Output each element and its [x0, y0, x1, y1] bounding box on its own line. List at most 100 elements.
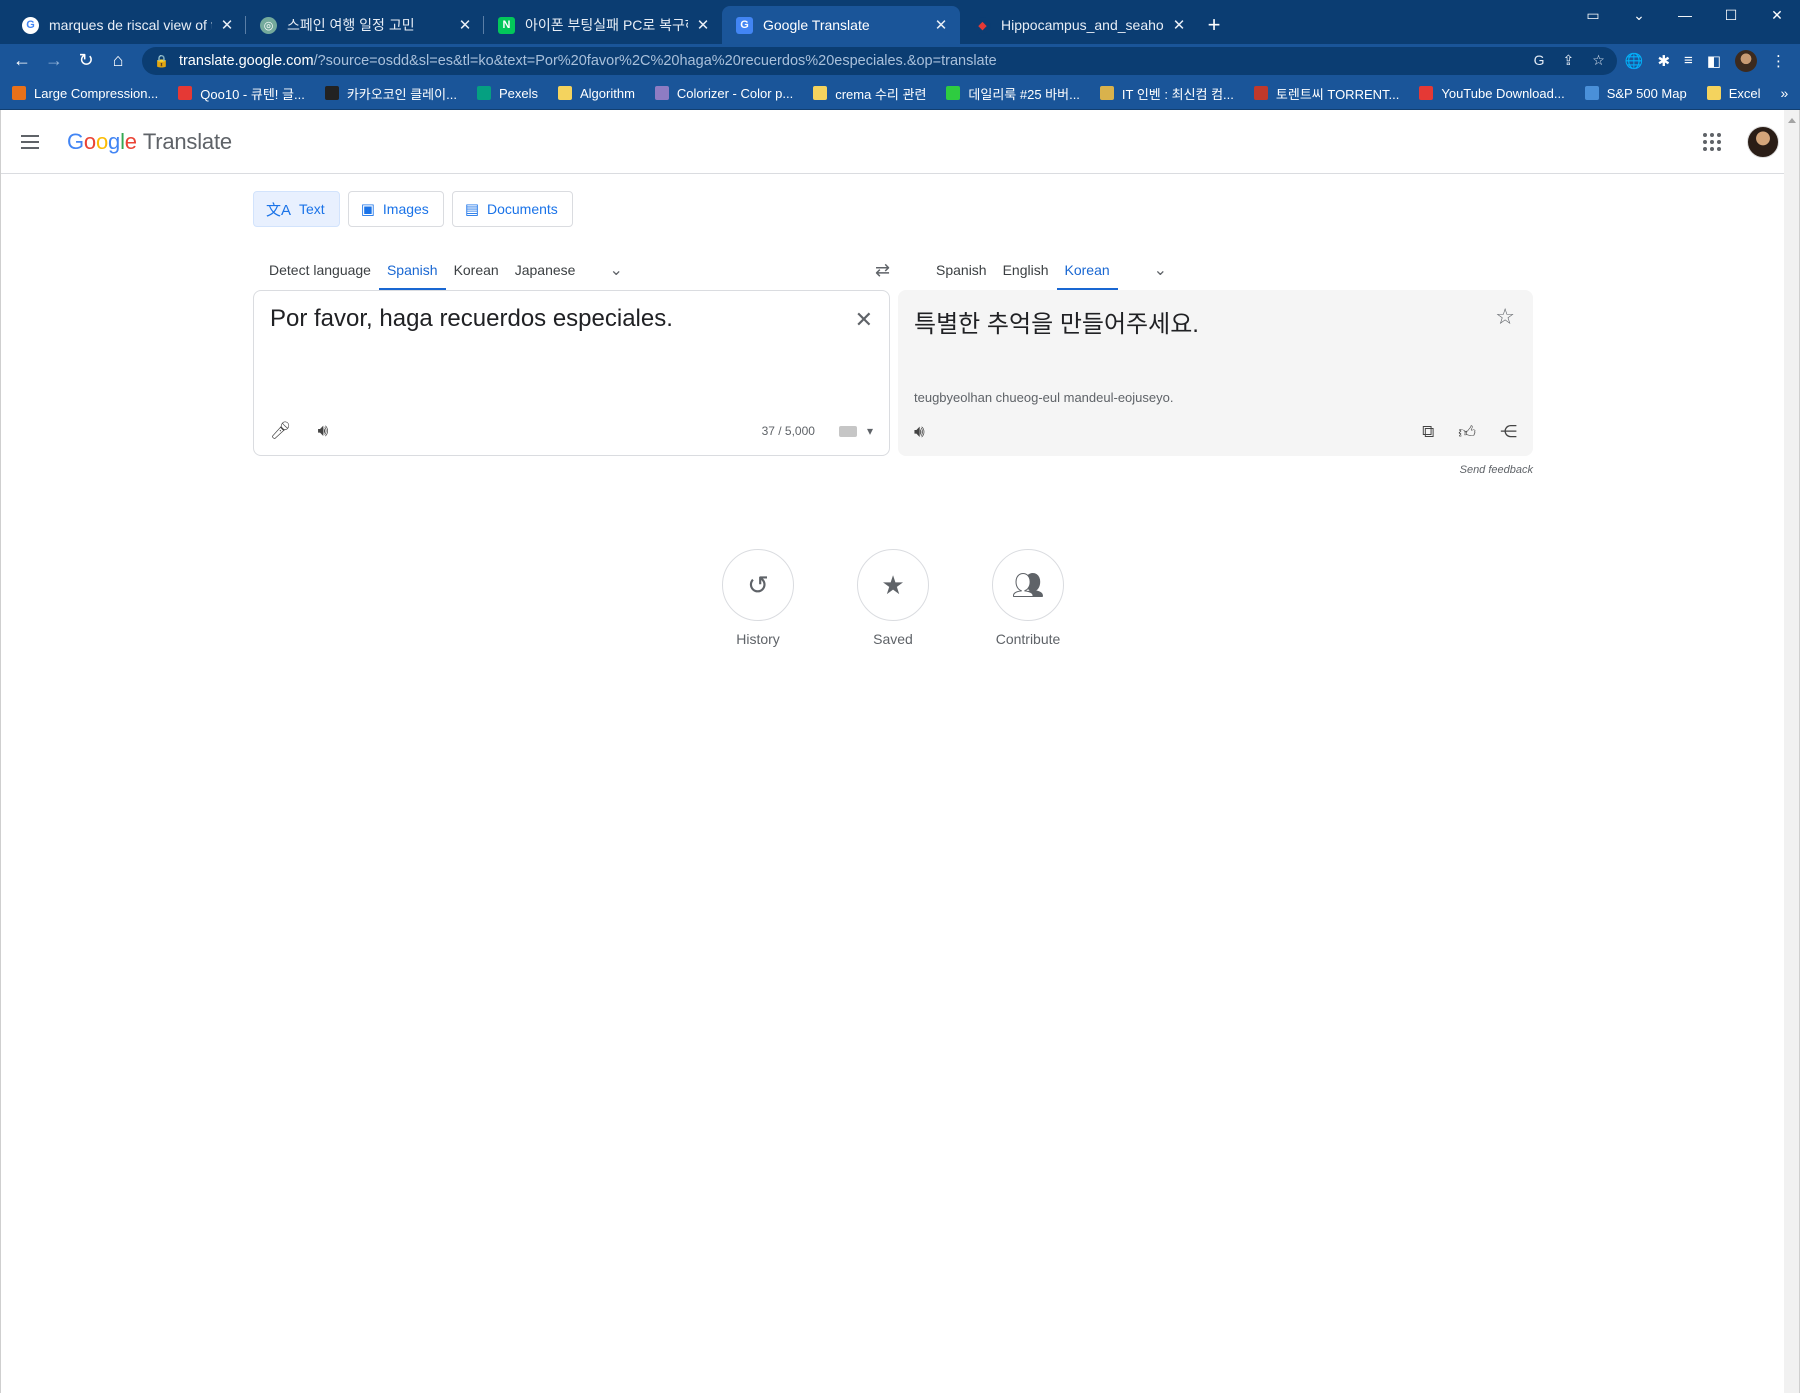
speaker-icon[interactable]: 🔊︎ — [318, 421, 329, 441]
source-lang-more-icon[interactable]: ⌄ — [601, 250, 630, 290]
swap-languages-icon[interactable]: ⇄ — [875, 250, 890, 290]
rate-translation-icon[interactable]: 👍︎ — [1458, 422, 1476, 443]
source-text[interactable]: Por favor, haga recuerdos especiales. — [270, 305, 673, 333]
google-apps-icon[interactable] — [1703, 132, 1721, 151]
browser-tab[interactable]: G marques de riscal view of the to ✕ — [8, 6, 246, 44]
source-lang-japanese[interactable]: Japanese — [507, 250, 584, 290]
minimize-button[interactable]: — — [1662, 0, 1708, 30]
bookmark-item[interactable]: IT 인벤 : 최신컴 컴... — [1099, 84, 1234, 103]
source-lang-spanish[interactable]: Spanish — [378, 250, 446, 290]
clear-source-icon[interactable]: ✕ — [855, 307, 873, 333]
browser-tab-active[interactable]: G Google Translate ✕ — [722, 6, 960, 44]
bookmark-item[interactable]: S&P 500 Map — [1584, 85, 1687, 101]
browser-tab[interactable]: ◎ 스페인 여행 일정 고민 ✕ — [246, 6, 484, 44]
tab-search-icon[interactable]: ▭ — [1570, 0, 1616, 30]
reload-button[interactable]: ↻ — [70, 47, 102, 75]
romanization-text: teugbyeolhan chueog-eul mandeul-eojuseyo… — [914, 390, 1174, 405]
main-menu-icon[interactable] — [21, 134, 51, 149]
profile-avatar-icon[interactable] — [1735, 49, 1757, 72]
send-feedback-link[interactable]: Send feedback — [1460, 464, 1533, 476]
new-tab-button[interactable]: + — [1198, 6, 1230, 44]
bookmark-item[interactable]: crema 수리 관련 — [813, 84, 926, 103]
extensions-icon[interactable]: ✱ — [1657, 52, 1670, 70]
close-tab-icon[interactable]: ✕ — [456, 16, 474, 34]
target-lang-more-icon[interactable]: ⌄ — [1146, 250, 1175, 290]
contribute-button[interactable]: 👥︎ Contribute — [991, 549, 1065, 647]
logo-letter: g — [108, 128, 121, 154]
bookmarks-bar: Large Compression... Qoo10 - 큐텐! 글... 카카오코… — [0, 77, 1800, 110]
keyboard-icon[interactable] — [838, 425, 857, 437]
chatgpt-icon: ◎ — [260, 16, 277, 34]
bookmark-item[interactable]: Colorizer - Color p... — [654, 86, 793, 101]
logo-letter: o — [95, 128, 109, 154]
history-button[interactable]: ↺ History — [721, 549, 795, 647]
browser-tab[interactable]: ◆ Hippocampus_and_seahorse_cro ✕ — [960, 6, 1198, 44]
more-bookmarks-icon[interactable]: » — [1781, 85, 1789, 101]
bookmark-item[interactable]: YouTube Download... — [1419, 86, 1565, 101]
logo-letter: e — [124, 128, 137, 154]
close-tab-icon[interactable]: ✕ — [932, 16, 950, 34]
menu-dots-icon[interactable]: ⋮ — [1771, 52, 1786, 70]
save-translation-star-icon[interactable]: ☆ — [1495, 304, 1515, 330]
keyboard-dropdown-icon[interactable]: ▾ — [867, 424, 873, 438]
share-icon[interactable]: ⇪ — [1562, 52, 1574, 69]
close-window-button[interactable]: ✕ — [1754, 0, 1800, 30]
browser-tab[interactable]: N 아이폰 부팅실패 PC로 복구하기 ✕ — [484, 6, 722, 44]
bookmark-label: S&P 500 Map — [1606, 85, 1687, 101]
close-tab-icon[interactable]: ✕ — [694, 16, 712, 34]
bookmark-favicon-icon — [1419, 86, 1434, 100]
back-button[interactable]: ← — [6, 47, 38, 75]
bookmark-item[interactable]: Algorithm — [557, 86, 635, 101]
side-panel-icon[interactable]: ◧ — [1707, 52, 1721, 70]
bookmark-item[interactable]: Excel — [1706, 86, 1761, 101]
google-translate-logo[interactable]: Google Translate — [67, 129, 232, 155]
bookmark-favicon-icon — [1706, 86, 1721, 100]
browser-chrome: G marques de riscal view of the to ✕ ◎ 스… — [0, 0, 1800, 110]
bookmark-item[interactable]: 데일리룩 #25 바버... — [946, 84, 1080, 103]
close-tab-icon[interactable]: ✕ — [218, 16, 236, 34]
bookmark-favicon-icon — [813, 86, 828, 100]
target-lang-korean[interactable]: Korean — [1056, 250, 1118, 290]
source-lang-detect[interactable]: Detect language — [253, 250, 379, 290]
address-toolbar: ← → ↻ ⌂ 🔒 translate.google.com /?source=… — [0, 44, 1800, 77]
forward-button[interactable]: → — [38, 47, 70, 75]
tab-title: 아이폰 부팅실패 PC로 복구하기 — [525, 17, 688, 33]
translate-page-icon[interactable]: 🌐 — [1625, 52, 1644, 70]
microphone-icon[interactable]: 🎤︎ — [270, 421, 292, 441]
logo-letter: o — [83, 128, 96, 154]
bookmark-item[interactable]: 카카오코인 클레이... — [324, 84, 457, 103]
share-icon[interactable]: ⋲ — [1500, 422, 1517, 443]
saved-button[interactable]: ★ Saved — [856, 549, 930, 647]
target-lang-english[interactable]: English — [995, 250, 1057, 290]
lock-icon[interactable]: 🔒 — [154, 54, 169, 68]
url-path: /?source=osdd&sl=es&tl=ko&text=Por%20fav… — [313, 52, 997, 69]
bookmark-item[interactable]: Qoo10 - 큐텐! 글... — [178, 84, 305, 103]
naver-icon: N — [498, 16, 515, 34]
copy-icon[interactable]: ⧉ — [1422, 422, 1434, 443]
source-text-box[interactable]: Por favor, haga recuerdos especiales. ✕ … — [253, 290, 890, 456]
chevron-down-icon[interactable]: ⌄ — [1616, 0, 1662, 30]
bookmark-star-icon[interactable]: ☆ — [1592, 52, 1605, 69]
google-lens-icon[interactable]: G — [1534, 52, 1545, 69]
close-tab-icon[interactable]: ✕ — [1170, 16, 1188, 34]
bookmark-item[interactable]: 토렌트씨 TORRENT... — [1253, 84, 1400, 103]
home-button[interactable]: ⌂ — [102, 47, 134, 75]
saved-label: Saved — [873, 631, 913, 647]
bookmark-label: Large Compression... — [34, 85, 159, 101]
google-translate-icon: G — [736, 16, 753, 34]
maximize-button[interactable]: ☐ — [1708, 0, 1754, 30]
bookmark-favicon-icon — [324, 86, 339, 100]
speaker-icon[interactable]: 🔊︎ — [914, 422, 925, 442]
tab-title: marques de riscal view of the to — [49, 17, 212, 33]
reading-list-icon[interactable]: ≡ — [1684, 52, 1693, 69]
bookmark-item[interactable]: Pexels — [476, 86, 538, 101]
source-lang-korean[interactable]: Korean — [446, 250, 507, 290]
account-avatar[interactable] — [1747, 125, 1779, 158]
vertical-scrollbar[interactable] — [1784, 110, 1799, 1393]
bookmark-item[interactable]: Large Compression... — [12, 86, 158, 101]
contribute-label: Contribute — [995, 631, 1061, 647]
target-lang-spanish[interactable]: Spanish — [928, 250, 995, 290]
bookmark-label: crema 수리 관련 — [835, 86, 927, 102]
bookmark-label: 토렌트씨 TORRENT... — [1275, 86, 1400, 102]
address-bar[interactable]: 🔒 translate.google.com /?source=osdd&sl=… — [142, 46, 1617, 75]
